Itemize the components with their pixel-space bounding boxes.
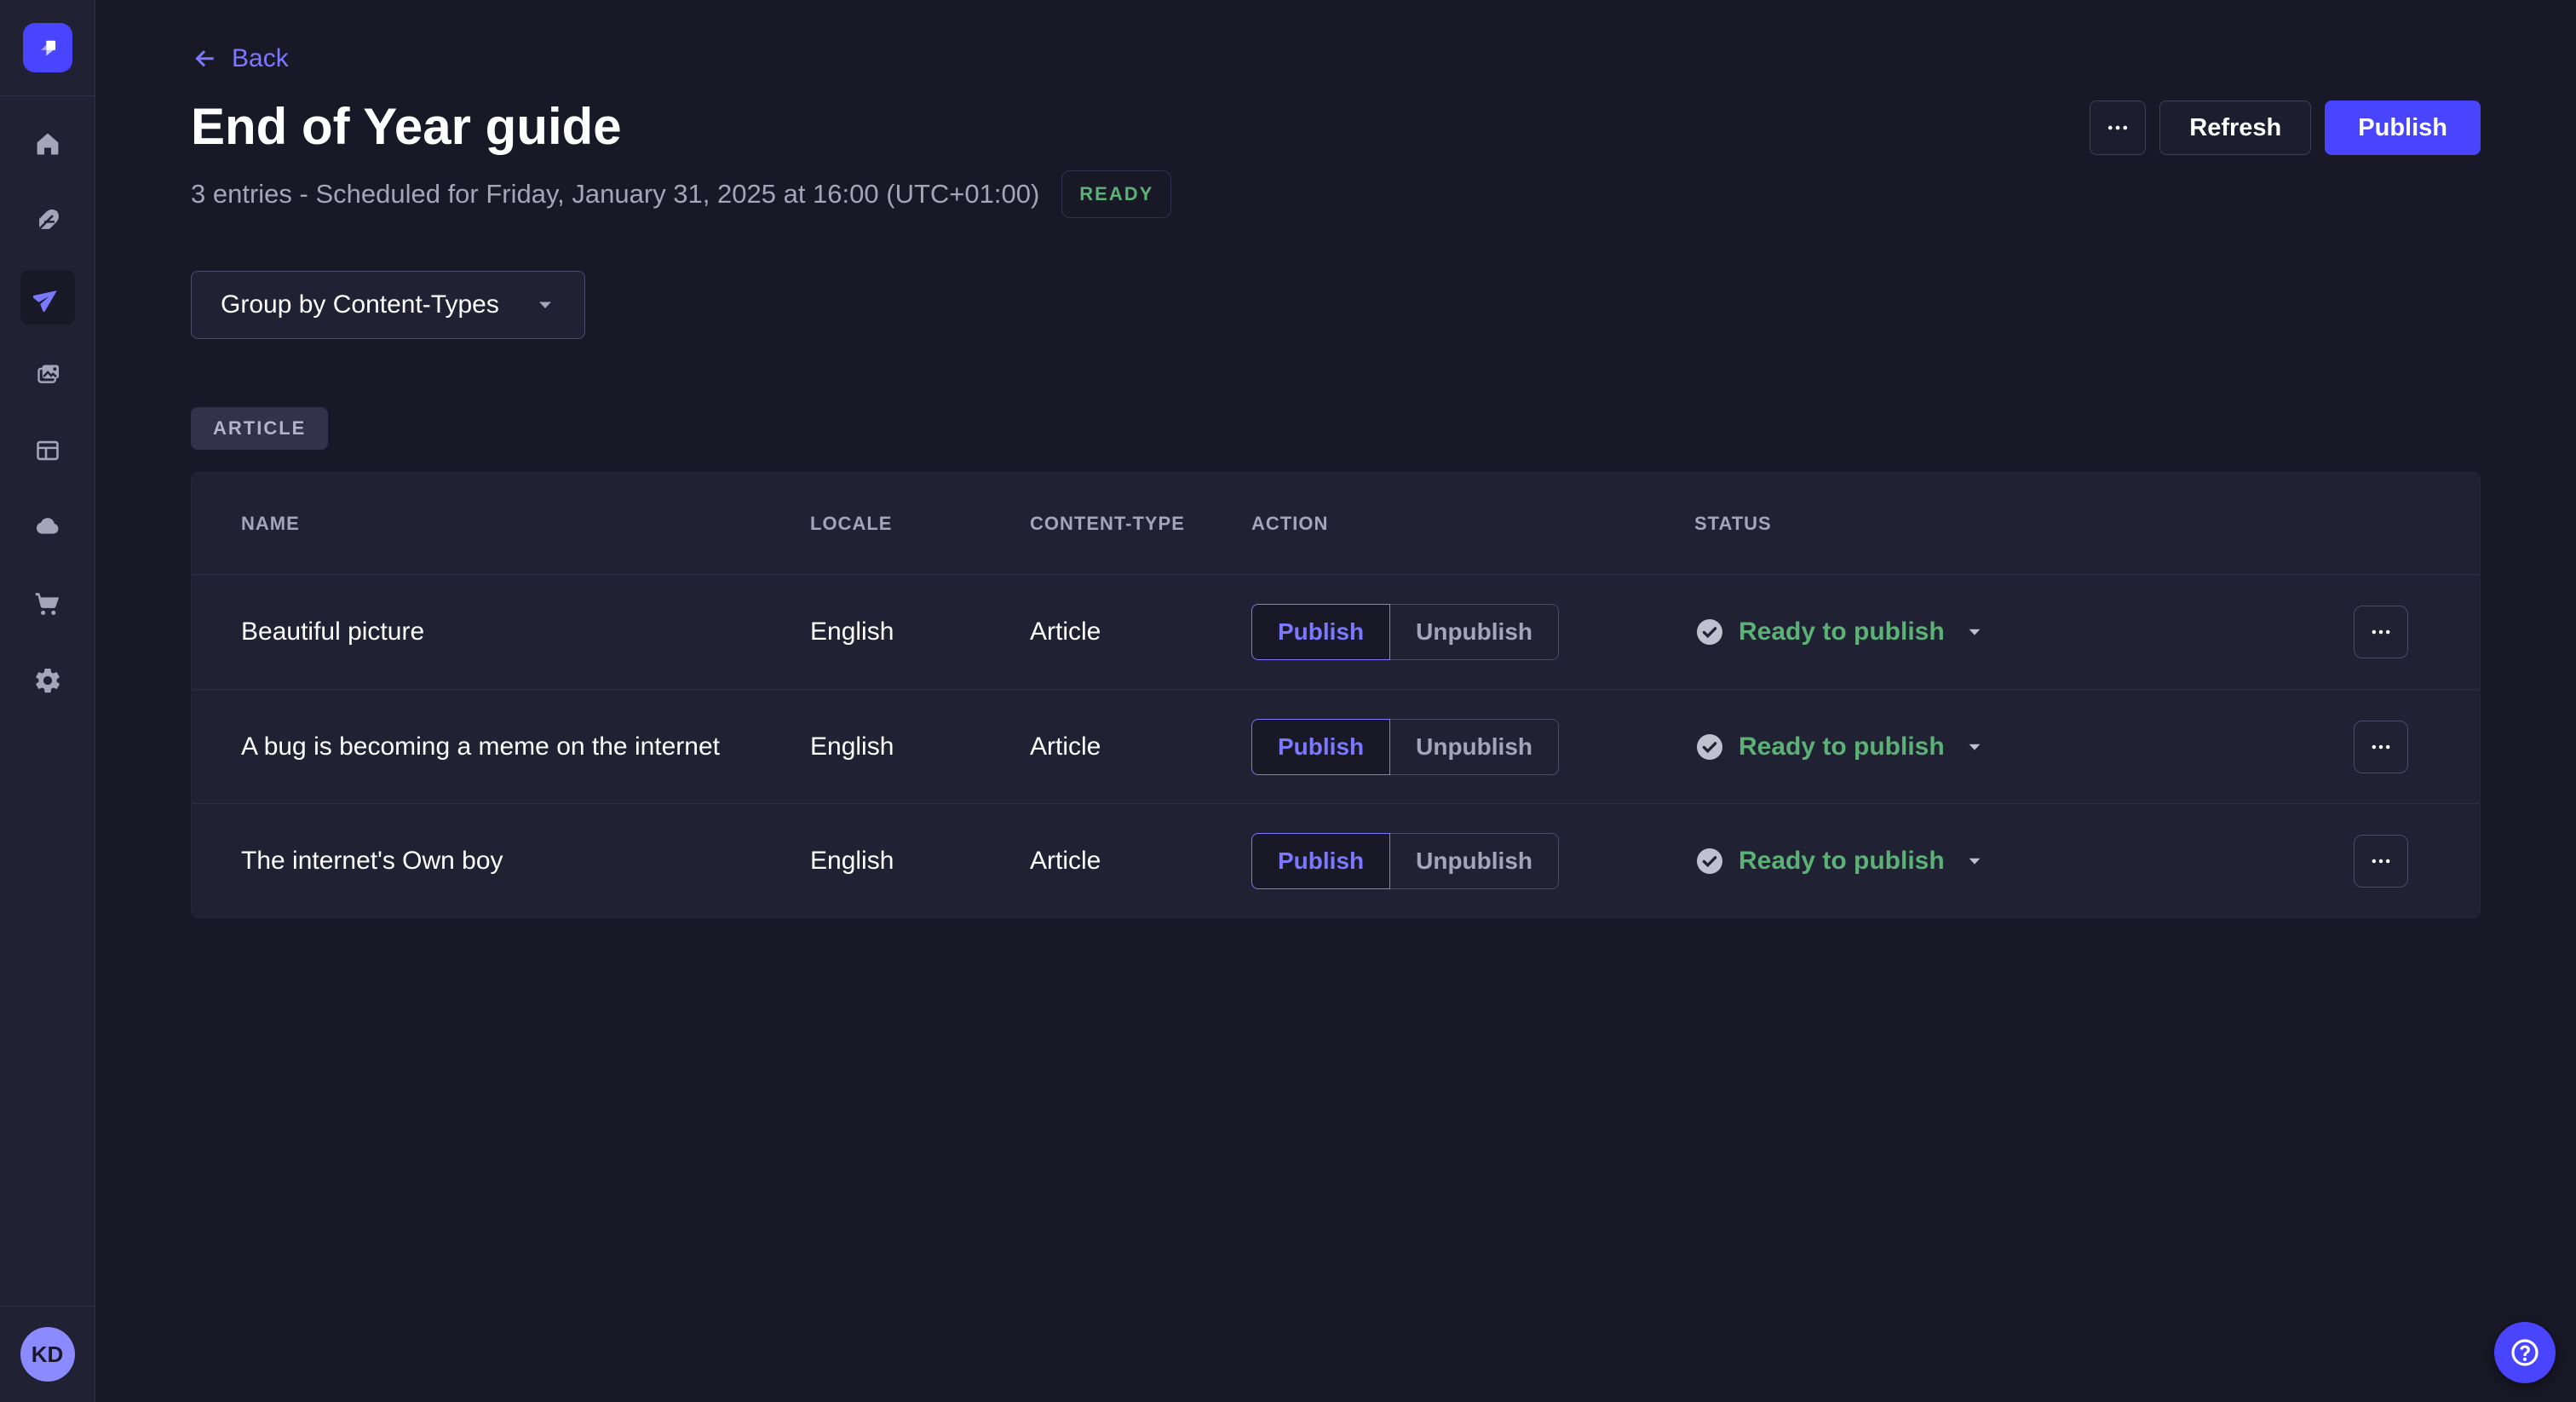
content-type-group-badge: ARTICLE (191, 407, 328, 450)
row-publish-button[interactable]: Publish (1251, 833, 1390, 889)
logo-container (0, 0, 95, 96)
ellipsis-icon (2105, 115, 2130, 141)
page-title: End of Year guide (191, 97, 622, 157)
entry-content-type: Article (1030, 618, 1251, 646)
sidebar: KD (0, 0, 95, 1402)
entry-content-type: Article (1030, 847, 1251, 876)
column-header-name: NAME (241, 513, 810, 535)
status-label: Ready to publish (1739, 618, 1945, 646)
check-circle-icon (1694, 846, 1725, 876)
header-more-button[interactable] (2090, 101, 2146, 155)
ellipsis-icon (2369, 735, 2393, 759)
row-publish-button[interactable]: Publish (1251, 719, 1390, 775)
status-label: Ready to publish (1739, 733, 1945, 761)
check-circle-icon (1694, 732, 1725, 762)
status-label: Ready to publish (1739, 847, 1945, 876)
entry-status[interactable]: Ready to publish (1694, 846, 1984, 876)
entry-locale: English (810, 618, 1030, 646)
sidebar-item-cloud[interactable] (20, 500, 75, 554)
row-more-button[interactable] (2354, 606, 2408, 658)
help-button[interactable] (2494, 1322, 2556, 1383)
column-header-action: ACTION (1251, 513, 1694, 535)
group-by-label: Group by Content-Types (221, 290, 499, 319)
sidebar-nav (20, 96, 75, 708)
chevron-down-icon (1965, 623, 1984, 641)
chevron-down-icon (1965, 852, 1984, 871)
action-toggle: Publish Unpublish (1251, 604, 1559, 660)
entry-name: Beautiful picture (241, 618, 810, 646)
avatar-initials: KD (32, 1342, 64, 1368)
cart-icon (33, 589, 62, 618)
row-publish-button[interactable]: Publish (1251, 604, 1390, 660)
main-content: Back End of Year guide Refresh Publish 3… (95, 0, 2576, 1402)
feather-icon (33, 206, 62, 235)
status-badge: READY (1061, 170, 1171, 218)
column-header-content-type: CONTENT-TYPE (1030, 513, 1251, 535)
refresh-button[interactable]: Refresh (2159, 101, 2311, 155)
back-label: Back (232, 44, 289, 73)
sidebar-footer: KD (0, 1306, 95, 1402)
avatar[interactable]: KD (20, 1327, 75, 1382)
layout-icon (33, 436, 62, 465)
entry-status[interactable]: Ready to publish (1694, 732, 1984, 762)
home-icon (33, 129, 62, 158)
header-actions: Refresh Publish (2090, 101, 2481, 155)
sidebar-item-content-manager[interactable] (20, 193, 75, 248)
question-mark-icon (2508, 1336, 2542, 1370)
sidebar-item-releases[interactable] (20, 270, 75, 325)
action-toggle: Publish Unpublish (1251, 833, 1559, 889)
row-unpublish-button[interactable]: Unpublish (1390, 833, 1559, 889)
column-header-status: STATUS (1694, 513, 2297, 535)
column-header-locale: LOCALE (810, 513, 1030, 535)
ellipsis-icon (2369, 620, 2393, 644)
gear-icon (33, 666, 62, 695)
entry-locale: English (810, 847, 1030, 876)
strapi-logo[interactable] (23, 23, 72, 72)
row-unpublish-button[interactable]: Unpublish (1390, 604, 1559, 660)
row-more-button[interactable] (2354, 721, 2408, 773)
publish-button[interactable]: Publish (2325, 101, 2481, 155)
sidebar-item-settings[interactable] (20, 653, 75, 708)
sidebar-item-home[interactable] (20, 117, 75, 171)
table-row: A bug is becoming a meme on the internet… (192, 689, 2480, 803)
release-subtitle: 3 entries - Scheduled for Friday, Januar… (191, 179, 1039, 210)
group-by-select[interactable]: Group by Content-Types (191, 271, 585, 339)
arrow-left-icon (191, 45, 218, 72)
ellipsis-icon (2369, 849, 2393, 873)
chevron-down-icon (1965, 738, 1984, 756)
sidebar-item-media-library[interactable] (20, 347, 75, 401)
action-toggle: Publish Unpublish (1251, 719, 1559, 775)
chevron-down-icon (535, 295, 555, 315)
row-more-button[interactable] (2354, 835, 2408, 888)
entries-table: NAME LOCALE CONTENT-TYPE ACTION STATUS B… (191, 472, 2481, 918)
strapi-logo-icon (33, 33, 62, 62)
row-unpublish-button[interactable]: Unpublish (1390, 719, 1559, 775)
entry-name: A bug is becoming a meme on the internet (241, 733, 810, 761)
sidebar-item-content-type-builder[interactable] (20, 423, 75, 478)
cloud-icon (33, 513, 62, 542)
subtitle-row: 3 entries - Scheduled for Friday, Januar… (191, 170, 2481, 218)
header-row: End of Year guide Refresh Publish (191, 97, 2481, 157)
table-row: The internet's Own boy English Article P… (192, 803, 2480, 917)
entry-name: The internet's Own boy (241, 847, 810, 876)
media-library-icon (33, 359, 62, 388)
table-header: NAME LOCALE CONTENT-TYPE ACTION STATUS (192, 473, 2480, 575)
entry-content-type: Article (1030, 733, 1251, 761)
check-circle-icon (1694, 617, 1725, 647)
entry-status[interactable]: Ready to publish (1694, 617, 1984, 647)
back-link[interactable]: Back (191, 44, 289, 73)
entry-locale: English (810, 733, 1030, 761)
paper-plane-icon (33, 283, 62, 312)
table-row: Beautiful picture English Article Publis… (192, 575, 2480, 689)
sidebar-item-marketplace[interactable] (20, 577, 75, 631)
